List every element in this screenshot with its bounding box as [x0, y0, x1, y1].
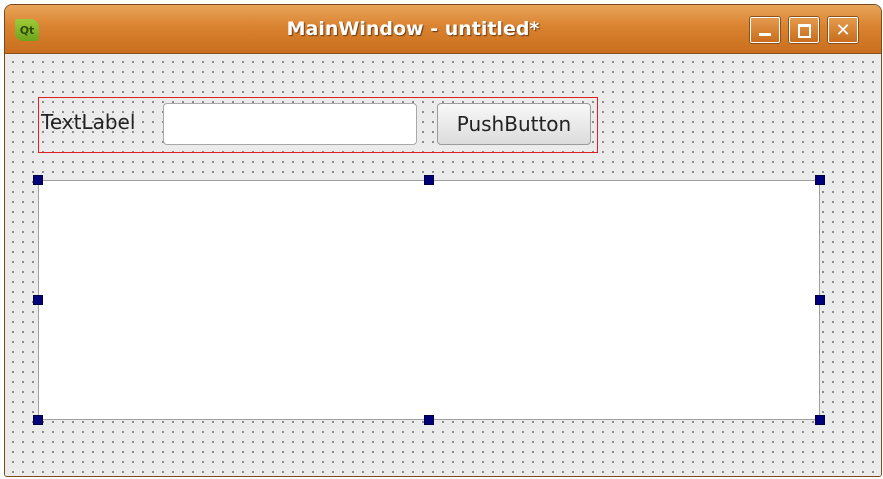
text-label[interactable]: TextLabel: [41, 110, 135, 134]
resize-handle-top-right[interactable]: [815, 175, 825, 185]
close-icon: ✕: [835, 19, 851, 41]
resize-handle-bottom-left[interactable]: [33, 415, 43, 425]
qt-logo-icon[interactable]: Qt: [15, 19, 39, 41]
main-window: Qt MainWindow - untitled* ✕ TextLabel Pu…: [4, 4, 882, 477]
line-edit-input[interactable]: [163, 103, 417, 145]
title-bar[interactable]: Qt MainWindow - untitled* ✕: [5, 5, 881, 54]
resize-handle-left[interactable]: [33, 295, 43, 305]
form-canvas[interactable]: TextLabel PushButton: [5, 54, 881, 476]
maximize-button[interactable]: [789, 17, 819, 43]
window-title: MainWindow - untitled*: [286, 18, 540, 40]
text-edit-widget[interactable]: [38, 180, 820, 420]
maximize-icon: [798, 24, 811, 38]
resize-handle-bottom-right[interactable]: [815, 415, 825, 425]
push-button[interactable]: PushButton: [437, 103, 591, 145]
close-button[interactable]: ✕: [828, 17, 858, 43]
minimize-button[interactable]: [750, 17, 780, 43]
resize-handle-bottom[interactable]: [424, 415, 434, 425]
resize-handle-top[interactable]: [424, 175, 434, 185]
resize-handle-top-left[interactable]: [33, 175, 43, 185]
horizontal-layout[interactable]: TextLabel PushButton: [38, 97, 598, 153]
resize-handle-right[interactable]: [815, 295, 825, 305]
minimize-icon: [759, 33, 771, 36]
